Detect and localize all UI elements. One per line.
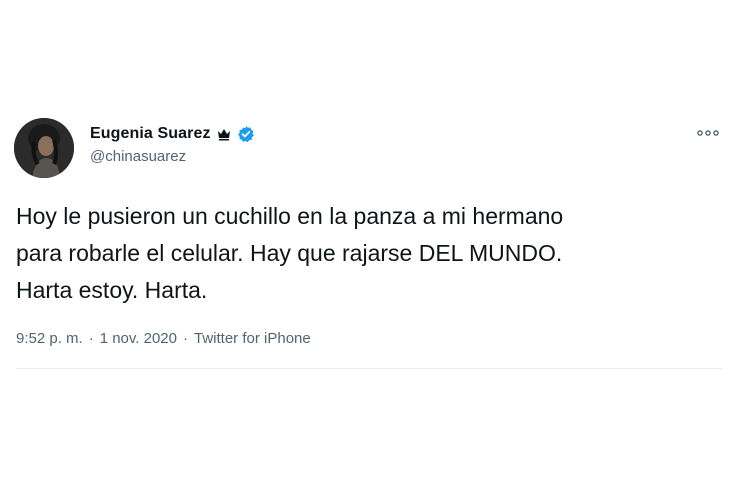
author-display-name[interactable]: Eugenia Suarez bbox=[90, 125, 211, 143]
tweet-card: Eugenia Suarez @chinasuarez Hoy le pusie… bbox=[0, 0, 740, 493]
tweet-date[interactable]: 1 nov. 2020 bbox=[100, 330, 177, 347]
avatar[interactable] bbox=[14, 118, 74, 178]
more-options-icon[interactable] bbox=[696, 126, 720, 140]
author-name-row: Eugenia Suarez bbox=[90, 124, 255, 144]
verified-badge-icon bbox=[237, 125, 255, 143]
tweet-metadata: 9:52 p. m. · 1 nov. 2020 · Twitter for i… bbox=[16, 330, 311, 347]
meta-separator: · bbox=[88, 330, 94, 347]
meta-separator: · bbox=[183, 330, 188, 347]
divider bbox=[16, 368, 722, 369]
tweet-text: Hoy le pusieron un cuchillo en la panza … bbox=[16, 203, 564, 303]
author-handle[interactable]: @chinasuarez bbox=[90, 148, 186, 165]
tweet-time[interactable]: 9:52 p. m. bbox=[16, 330, 83, 347]
profile-photo bbox=[14, 118, 74, 178]
crown-icon bbox=[217, 127, 231, 141]
tweet-source[interactable]: Twitter for iPhone bbox=[194, 330, 311, 347]
